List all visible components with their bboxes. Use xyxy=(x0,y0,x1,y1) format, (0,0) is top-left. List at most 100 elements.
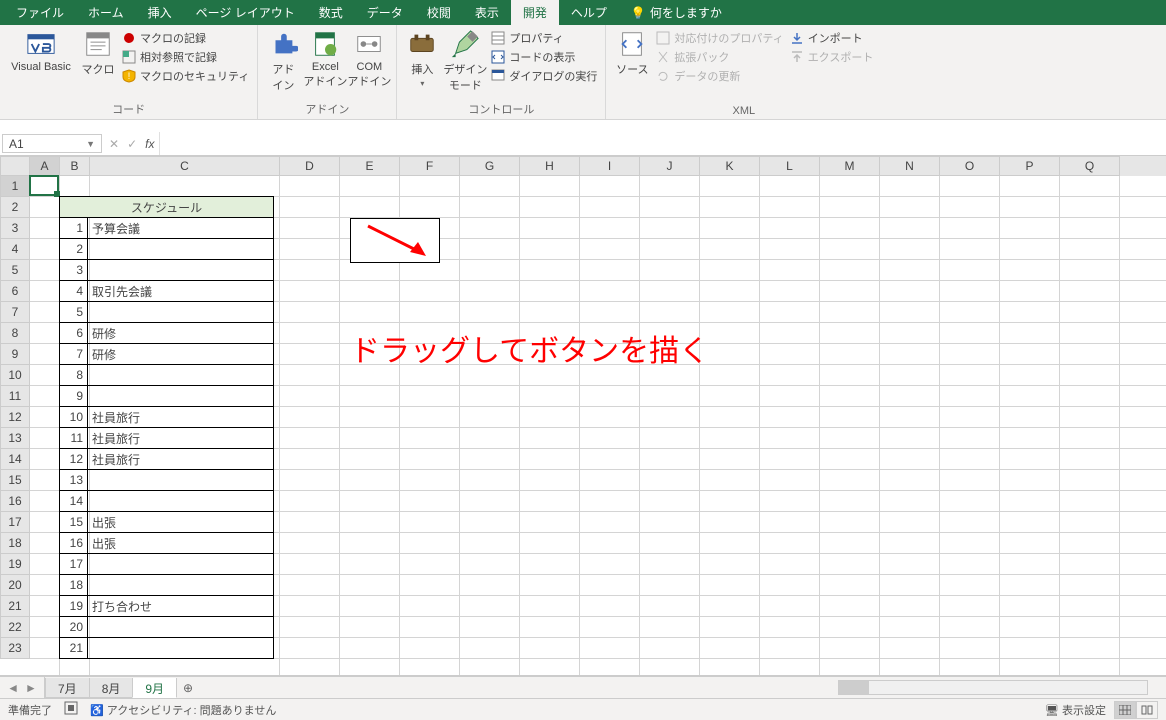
cell-num[interactable]: 19 xyxy=(60,596,88,617)
cell-text[interactable]: 研修 xyxy=(88,344,274,365)
sheet-tab-9月[interactable]: 9月 xyxy=(132,678,177,698)
scrollbar-thumb[interactable] xyxy=(839,681,869,694)
macro-security-button[interactable]: !マクロのセキュリティ xyxy=(120,67,251,85)
col-header-H[interactable]: H xyxy=(520,156,580,176)
name-box[interactable]: A1▼ xyxy=(2,134,102,153)
cell-num[interactable]: 17 xyxy=(60,554,88,575)
row-header-10[interactable]: 10 xyxy=(0,365,30,386)
cell-text[interactable]: 研修 xyxy=(88,323,274,344)
cell-num[interactable]: 4 xyxy=(60,281,88,302)
view-code-button[interactable]: コードの表示 xyxy=(489,48,599,66)
row-header-20[interactable]: 20 xyxy=(0,575,30,596)
cell-text[interactable] xyxy=(88,386,274,407)
tab-表示[interactable]: 表示 xyxy=(463,0,511,25)
col-header-L[interactable]: L xyxy=(760,156,820,176)
row-header-6[interactable]: 6 xyxy=(0,281,30,302)
cell-text[interactable] xyxy=(88,302,274,323)
col-header-G[interactable]: G xyxy=(460,156,520,176)
cell-text[interactable]: 社員旅行 xyxy=(88,407,274,428)
enter-icon[interactable]: ✓ xyxy=(127,137,137,151)
row-header-1[interactable]: 1 xyxy=(0,176,30,197)
col-header-K[interactable]: K xyxy=(700,156,760,176)
col-header-F[interactable]: F xyxy=(400,156,460,176)
row-header-3[interactable]: 3 xyxy=(0,218,30,239)
cell-text[interactable]: 出張 xyxy=(88,533,274,554)
display-settings-button[interactable]: 🖥 表示設定 xyxy=(1045,702,1106,718)
source-button[interactable]: ソース xyxy=(612,27,652,79)
row-header-11[interactable]: 11 xyxy=(0,386,30,407)
col-header-P[interactable]: P xyxy=(1000,156,1060,176)
cell-num[interactable]: 3 xyxy=(60,260,88,281)
macro-record-icon[interactable] xyxy=(64,701,78,718)
view-page-layout-button[interactable] xyxy=(1136,701,1158,719)
cell-text[interactable]: 予算会議 xyxy=(88,218,274,239)
tab-数式[interactable]: 数式 xyxy=(307,0,355,25)
horizontal-scrollbar[interactable] xyxy=(838,680,1148,695)
record-macro-button[interactable]: マクロの記録 xyxy=(120,29,251,47)
cell-num[interactable]: 16 xyxy=(60,533,88,554)
col-header-M[interactable]: M xyxy=(820,156,880,176)
add-sheet-button[interactable]: ⊕ xyxy=(176,681,200,695)
col-header-A[interactable]: A xyxy=(30,156,60,176)
row-header-13[interactable]: 13 xyxy=(0,428,30,449)
tab-データ[interactable]: データ xyxy=(355,0,415,25)
com-addin-button[interactable]: COM アドイン xyxy=(348,27,390,91)
macros-button[interactable]: マクロ xyxy=(78,27,118,79)
formula-input[interactable] xyxy=(160,132,1166,155)
row-header-19[interactable]: 19 xyxy=(0,554,30,575)
row-header-5[interactable]: 5 xyxy=(0,260,30,281)
view-normal-button[interactable] xyxy=(1114,701,1136,719)
row-header-9[interactable]: 9 xyxy=(0,344,30,365)
nav-next-icon[interactable]: ► xyxy=(25,681,37,695)
relative-ref-button[interactable]: 相対参照で記録 xyxy=(120,48,251,66)
tab-校閲[interactable]: 校閲 xyxy=(415,0,463,25)
row-header-8[interactable]: 8 xyxy=(0,323,30,344)
tab-開発[interactable]: 開発 xyxy=(511,0,559,25)
cells[interactable]: スケジュール 1予算会議234取引先会議56研修7研修8910社員旅行11社員旅… xyxy=(30,176,1166,675)
tab-ヘルプ[interactable]: ヘルプ xyxy=(559,0,619,25)
row-header-7[interactable]: 7 xyxy=(0,302,30,323)
cell-num[interactable]: 14 xyxy=(60,491,88,512)
cell-num[interactable]: 13 xyxy=(60,470,88,491)
cell-num[interactable]: 20 xyxy=(60,617,88,638)
row-header-18[interactable]: 18 xyxy=(0,533,30,554)
cell-text[interactable] xyxy=(88,638,274,659)
sheet-nav[interactable]: ◄► xyxy=(0,677,45,698)
cell-text[interactable]: 社員旅行 xyxy=(88,428,274,449)
col-header-E[interactable]: E xyxy=(340,156,400,176)
row-header-17[interactable]: 17 xyxy=(0,512,30,533)
cell-num[interactable]: 1 xyxy=(60,218,88,239)
properties-button[interactable]: プロパティ xyxy=(489,29,599,47)
row-header-23[interactable]: 23 xyxy=(0,638,30,659)
tab-ファイル[interactable]: ファイル xyxy=(4,0,76,25)
cell-text[interactable] xyxy=(88,239,274,260)
cell-num[interactable]: 5 xyxy=(60,302,88,323)
sheet-tab-8月[interactable]: 8月 xyxy=(89,678,134,698)
row-header-16[interactable]: 16 xyxy=(0,491,30,512)
cell-num[interactable]: 6 xyxy=(60,323,88,344)
visual-basic-button[interactable]: Visual Basic xyxy=(6,27,76,75)
cell-num[interactable]: 2 xyxy=(60,239,88,260)
cell-num[interactable]: 15 xyxy=(60,512,88,533)
row-header-22[interactable]: 22 xyxy=(0,617,30,638)
tab-ホーム[interactable]: ホーム xyxy=(76,0,136,25)
sheet-tab-7月[interactable]: 7月 xyxy=(45,678,90,698)
row-header-14[interactable]: 14 xyxy=(0,449,30,470)
cell-text[interactable] xyxy=(88,575,274,596)
row-header-4[interactable]: 4 xyxy=(0,239,30,260)
tab-ページ レイアウト[interactable]: ページ レイアウト xyxy=(184,0,307,25)
accessibility-status[interactable]: ♿ アクセシビリティ: 問題ありません xyxy=(90,702,276,718)
cell-num[interactable]: 18 xyxy=(60,575,88,596)
cell-num[interactable]: 11 xyxy=(60,428,88,449)
cell-text[interactable] xyxy=(88,365,274,386)
cell-num[interactable]: 12 xyxy=(60,449,88,470)
col-header-N[interactable]: N xyxy=(880,156,940,176)
row-header-12[interactable]: 12 xyxy=(0,407,30,428)
cell-num[interactable]: 9 xyxy=(60,386,88,407)
cell-text[interactable] xyxy=(88,470,274,491)
cell-num[interactable]: 8 xyxy=(60,365,88,386)
row-header-21[interactable]: 21 xyxy=(0,596,30,617)
cell-text[interactable]: 取引先会議 xyxy=(88,281,274,302)
design-mode-button[interactable]: デザイン モード xyxy=(443,27,487,95)
addin-button[interactable]: アド イン xyxy=(264,27,302,95)
